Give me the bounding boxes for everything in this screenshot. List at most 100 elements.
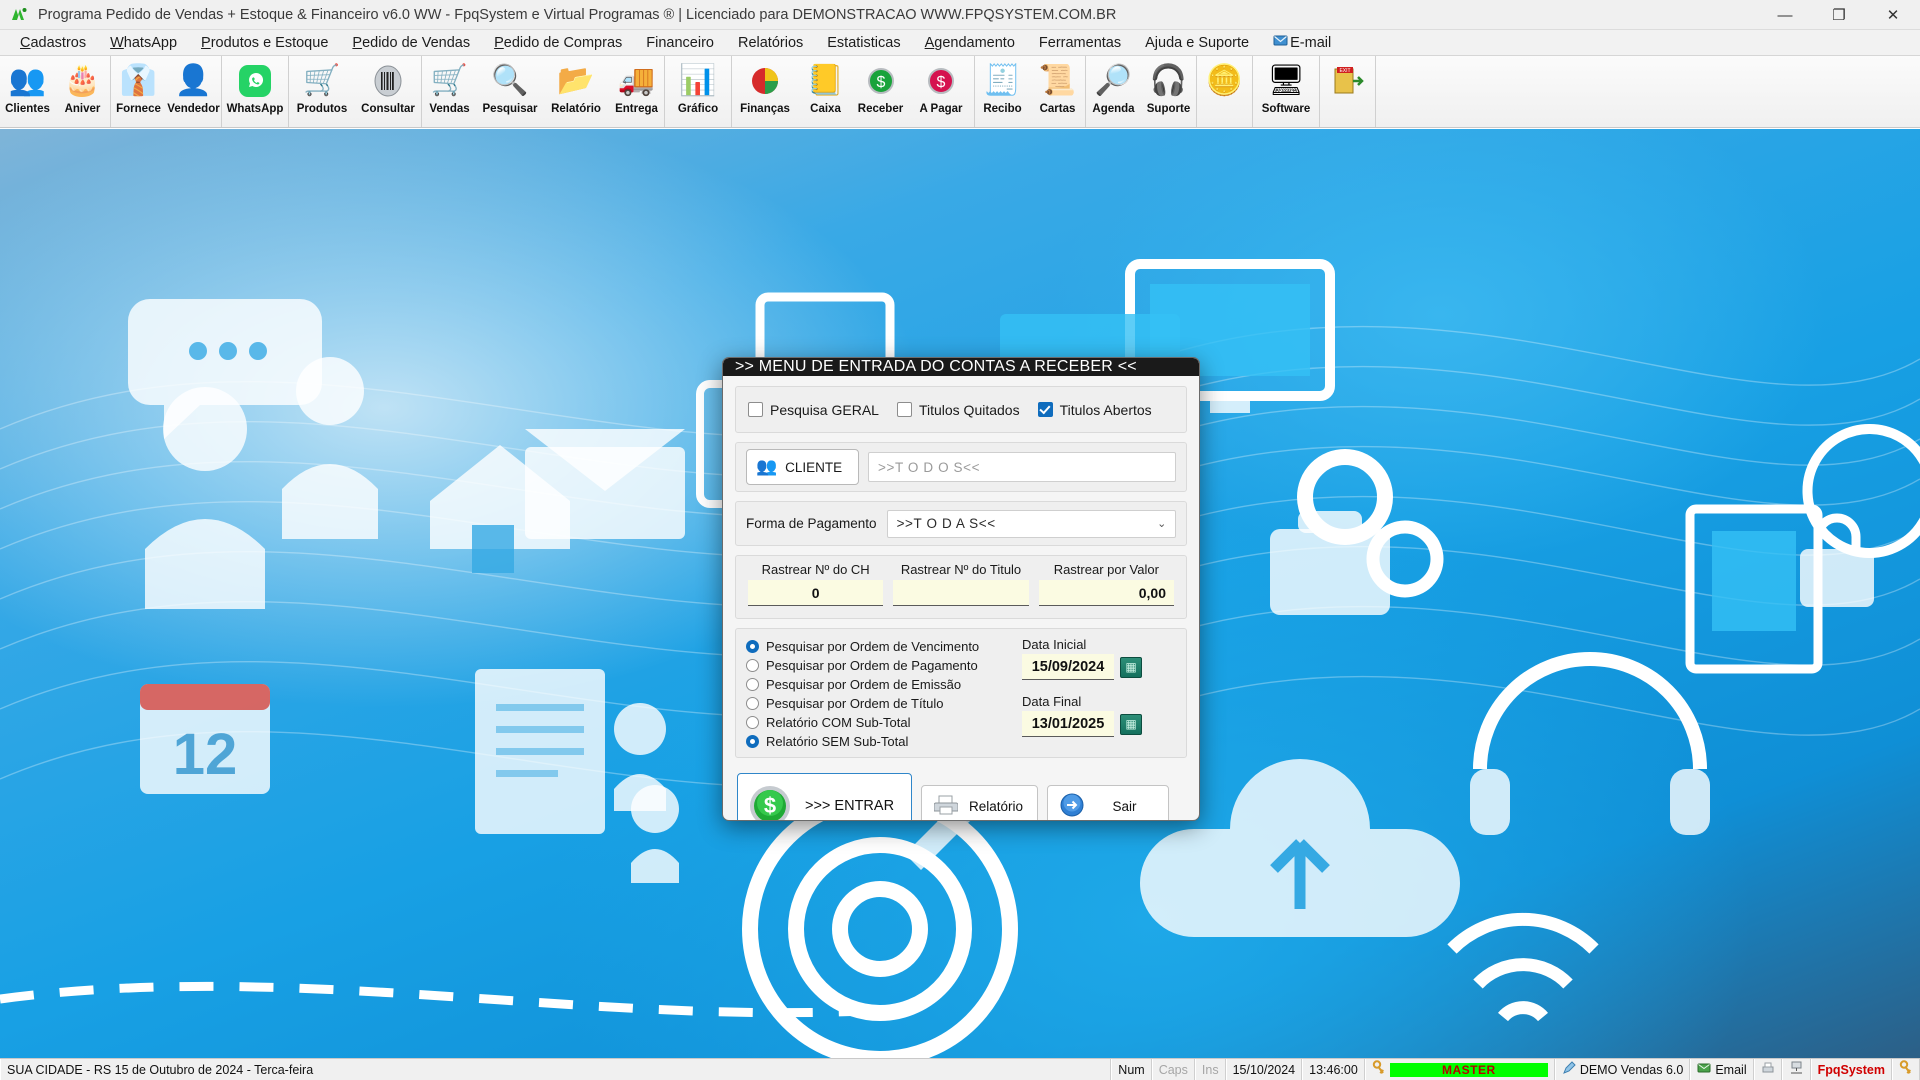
radio-ordem-pagamento[interactable]: Pesquisar por Ordem de Pagamento — [746, 656, 1014, 674]
toolbar-button-fornece[interactable]: 👔 Fornece — [111, 56, 166, 127]
rastrear-titulo-label: Rastrear Nº do Titulo — [900, 562, 1022, 577]
sair-button-label: Sair — [1112, 798, 1137, 814]
menu-estatisticas[interactable]: Estatisticas — [815, 32, 912, 54]
radio-ordem-emissao-dot[interactable] — [746, 677, 759, 691]
supplier-person-icon: 👔 — [119, 63, 158, 98]
toolbar-button-recibo[interactable]: 🧾 Recibo — [975, 56, 1030, 127]
radio-relatorio-sem-subtotal-dot[interactable] — [746, 734, 759, 748]
menu-whatsapp[interactable]: WhatsApp — [98, 32, 189, 54]
status-email: Email — [1715, 1062, 1747, 1077]
toolbar-button-aniver[interactable]: 🎂 Aniver — [55, 56, 110, 127]
toolbar-button-financas[interactable]: Finanças — [732, 56, 798, 127]
calendar-icon[interactable]: ▦ — [1120, 713, 1142, 735]
menu-ajuda-suporte[interactable]: Ajuda e Suporte — [1133, 32, 1261, 54]
dialog-title: >> MENU DE ENTRADA DO CONTAS A RECEBER <… — [723, 358, 1199, 376]
menu-financeiro[interactable]: Financeiro — [634, 32, 726, 54]
toolbar-label-suporte: Suporte — [1146, 103, 1191, 115]
toolbar-button-agenda[interactable]: 🔎 Agenda — [1086, 56, 1141, 127]
toolbar-button-entrega[interactable]: 🚚 Entrega — [609, 56, 664, 127]
radio-ordem-emissao[interactable]: Pesquisar por Ordem de Emissão — [746, 675, 1014, 693]
cliente-input[interactable]: >>T O D O S<< — [868, 452, 1176, 482]
status-time: 13:46:00 — [1302, 1059, 1365, 1080]
menu-produtos-estoque[interactable]: Produtos e Estoque — [189, 32, 340, 54]
radio-ordem-titulo[interactable]: Pesquisar por Ordem de Título — [746, 694, 1014, 712]
toolbar-label-caixa: Caixa — [810, 103, 841, 115]
rastrear-valor-input[interactable]: 0,00 — [1038, 580, 1174, 606]
status-network-cell[interactable] — [1781, 1059, 1811, 1080]
toolbar-button-receber[interactable]: $ Receber — [853, 56, 908, 127]
toolbar-button-sair[interactable]: EXIT — [1320, 56, 1375, 127]
toolbar-button-vendedor[interactable]: 👤 Vendedor — [166, 56, 221, 127]
radio-relatorio-com-subtotal-dot[interactable] — [746, 715, 759, 729]
software-window-icon: 🖥 — [1266, 63, 1306, 98]
menu-ferramentas[interactable]: Ferramentas — [1027, 32, 1133, 54]
forma-pagamento-select[interactable]: >>T O D A S<< ⌄ — [886, 509, 1176, 538]
rastrear-numero-titulo-input[interactable] — [893, 580, 1029, 606]
data-inicial-input[interactable]: 15/09/2024 — [1022, 654, 1114, 680]
toolbar-button-apagar[interactable]: $ A Pagar — [908, 56, 974, 127]
status-date: 15/10/2024 — [1225, 1059, 1303, 1080]
rastrear-ch-label: Rastrear Nº do CH — [761, 562, 870, 577]
toolbar-label-grafico: Gráfico — [677, 103, 719, 115]
checkbox-pesquisa-geral[interactable]: Pesquisa GERAL — [748, 402, 879, 418]
entrar-button[interactable]: $ >>> ENTRAR Receber — [737, 773, 912, 820]
radio-ordem-pagamento-dot[interactable] — [746, 658, 759, 672]
toolbar-label-vendas: Vendas — [429, 103, 470, 115]
status-email-cell[interactable]: Email — [1690, 1059, 1754, 1080]
email-icon — [1697, 1061, 1711, 1078]
toolbar-button-cartas[interactable]: 📜 Cartas — [1030, 56, 1085, 127]
rastrear-numero-ch-input[interactable]: 0 — [748, 580, 884, 606]
radio-ordem-titulo-dot[interactable] — [746, 696, 759, 710]
toolbar-button-consultar[interactable]: Consultar — [355, 56, 421, 127]
main-menubar: Cadastros WhatsApp Produtos e Estoque Pe… — [0, 30, 1920, 56]
ordenacao-panel: Pesquisar por Ordem de Vencimento Pesqui… — [735, 628, 1187, 758]
checkbox-pesquisa-geral-box[interactable] — [748, 402, 763, 417]
toolbar-label-apagar: A Pagar — [919, 103, 963, 115]
minimize-button[interactable]: — — [1758, 0, 1812, 30]
menu-cadastros[interactable]: Cadastros — [8, 32, 98, 54]
relatorio-button[interactable]: Relatório — [921, 785, 1038, 820]
toolbar-button-grafico[interactable]: 📊 Gráfico — [665, 56, 731, 127]
radio-relatorio-com-subtotal-label: Relatório COM Sub-Total — [766, 714, 911, 730]
menu-email[interactable]: E-mail — [1261, 30, 1343, 55]
toolbar-button-produtos[interactable]: 🛒 Produtos — [289, 56, 355, 127]
forma-pagamento-panel: Forma de Pagamento >>T O D A S<< ⌄ — [735, 501, 1187, 546]
maximize-button[interactable]: ❐ — [1812, 0, 1866, 30]
checkbox-titulos-abertos-box[interactable] — [1037, 402, 1053, 417]
checkbox-titulos-quitados[interactable]: Titulos Quitados — [896, 402, 1020, 418]
checkbox-titulos-quitados-box[interactable] — [896, 402, 912, 417]
svg-text:$: $ — [876, 74, 885, 91]
pie-chart-finance-icon — [748, 60, 782, 102]
cliente-button[interactable]: 👥 CLIENTE — [746, 449, 859, 485]
sair-button[interactable]: Sair — [1047, 785, 1169, 820]
toolbar-label-consultar: Consultar — [361, 103, 415, 115]
toolbar-button-whatsapp[interactable]: WhatsApp — [222, 56, 288, 127]
dialog-body: Pesquisa GERAL Titulos Quitados Titulos … — [723, 376, 1199, 820]
toolbar-button-software[interactable]: 🖥 Software — [1253, 56, 1319, 127]
pay-money-icon: $ — [924, 60, 958, 102]
data-final-group: 13/01/2025 ▦ — [1022, 711, 1174, 737]
forma-pagamento-label: Forma de Pagamento — [746, 516, 877, 531]
radio-ordem-vencimento-dot[interactable] — [746, 639, 759, 653]
calendar-icon[interactable]: ▦ — [1120, 656, 1142, 678]
menu-pedido-vendas[interactable]: Pedido de Vendas — [340, 32, 482, 54]
checkbox-titulos-abertos[interactable]: Titulos Abertos — [1037, 402, 1152, 418]
toolbar-button-clientes[interactable]: 👥 Clientes — [0, 56, 55, 127]
toolbar-button-vendas[interactable]: 🛒 Vendas — [422, 56, 477, 127]
radio-relatorio-com-subtotal[interactable]: Relatório COM Sub-Total — [746, 713, 1014, 731]
toolbar-button-pesquisar[interactable]: 🔍 Pesquisar — [477, 56, 543, 127]
data-final-input[interactable]: 13/01/2025 — [1022, 711, 1114, 737]
radio-ordem-vencimento[interactable]: Pesquisar por Ordem de Vencimento — [746, 637, 1014, 655]
radio-relatorio-sem-subtotal[interactable]: Relatório SEM Sub-Total — [746, 732, 1014, 750]
toolbar-button-moedas[interactable]: 🪙 — [1197, 56, 1252, 127]
menu-relatorios[interactable]: Relatórios — [726, 32, 815, 54]
toolbar-button-relatorio[interactable]: 📂 Relatório — [543, 56, 609, 127]
toolbar-button-caixa[interactable]: 📒 Caixa — [798, 56, 853, 127]
menu-pedido-compras[interactable]: Pedido de Compras — [482, 32, 634, 54]
toolbar-button-suporte[interactable]: 🎧 Suporte — [1141, 56, 1196, 127]
magnifier-docs-icon: 🔍 — [491, 63, 529, 98]
menu-agendamento[interactable]: Agendamento — [913, 32, 1027, 54]
status-print-cell[interactable] — [1753, 1059, 1782, 1080]
close-button[interactable]: ✕ — [1866, 0, 1920, 30]
money-coin-icon: $ — [748, 784, 792, 820]
